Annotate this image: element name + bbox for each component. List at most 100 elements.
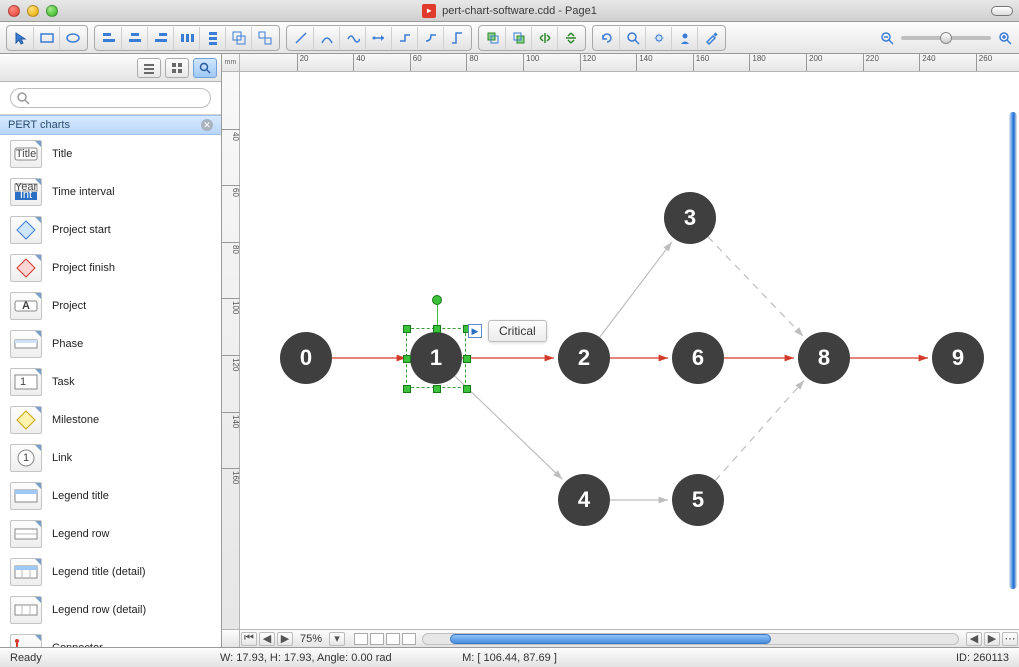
shape-item[interactable]: Phase <box>0 325 221 363</box>
shape-label: Legend row (detail) <box>52 604 146 616</box>
selection-handle[interactable] <box>403 385 411 393</box>
selection-handle[interactable] <box>433 325 441 333</box>
shape-label: Milestone <box>52 414 99 426</box>
connector-elbow-tool[interactable] <box>392 27 418 49</box>
shape-item[interactable]: 1Task <box>0 363 221 401</box>
shape-item[interactable]: TitleTitle <box>0 135 221 173</box>
shape-item[interactable]: Project finish <box>0 249 221 287</box>
curve-tool[interactable] <box>340 27 366 49</box>
page-thumb[interactable] <box>402 633 416 645</box>
selection-handle[interactable] <box>463 385 471 393</box>
shape-icon <box>10 254 42 282</box>
titlebar: ▸ pert-chart-software.cdd - Page1 <box>0 0 1019 22</box>
page-thumbnails <box>354 633 416 645</box>
pert-node[interactable]: 4 <box>558 474 610 526</box>
view-grid-button[interactable] <box>165 58 189 78</box>
page-thumb[interactable] <box>354 633 368 645</box>
selection-handle[interactable] <box>403 355 411 363</box>
zoom-tool[interactable] <box>620 27 646 49</box>
pert-node[interactable]: 2 <box>558 332 610 384</box>
arc-tool[interactable] <box>314 27 340 49</box>
ruler-vertical[interactable]: 406080100120140160 <box>222 72 240 629</box>
distribute-h-tool[interactable] <box>174 27 200 49</box>
flip-h-tool[interactable] <box>532 27 558 49</box>
selection-handle[interactable] <box>433 385 441 393</box>
shape-icon: Title <box>10 140 42 168</box>
shape-item[interactable]: Milestone <box>0 401 221 439</box>
page-prev-button[interactable]: ◀ <box>259 632 275 646</box>
status-mouse: M: [ 106.44, 87.69 ] <box>462 652 557 664</box>
shape-item[interactable]: Connector <box>0 629 221 647</box>
view-search-button[interactable] <box>193 58 217 78</box>
shape-item[interactable]: Legend title (detail) <box>0 553 221 591</box>
status-object-id: ID: 260113 <box>956 652 1009 664</box>
refresh-tool[interactable] <box>594 27 620 49</box>
category-close-icon[interactable]: ✕ <box>201 119 213 131</box>
ungroup-tool[interactable] <box>252 27 278 49</box>
shape-label: Phase <box>52 338 83 350</box>
rect-tool[interactable] <box>34 27 60 49</box>
search-icon <box>16 91 30 105</box>
shape-item[interactable]: Legend title <box>0 477 221 515</box>
pointer-tool[interactable] <box>8 27 34 49</box>
category-header[interactable]: PERT charts ✕ <box>0 115 221 135</box>
shape-item[interactable]: 1Link <box>0 439 221 477</box>
shape-item[interactable]: Project start <box>0 211 221 249</box>
rotate-handle[interactable] <box>432 295 442 305</box>
page-thumb[interactable] <box>370 633 384 645</box>
pert-node[interactable]: 0 <box>280 332 332 384</box>
drawing-canvas[interactable]: 01▶Critical2345689 <box>240 72 1019 629</box>
scroll-right-end-button[interactable]: ▶ <box>984 632 1000 646</box>
shape-label: Legend title (detail) <box>52 566 146 578</box>
ruler-horizontal[interactable]: 20406080100120140160180200220240260 <box>240 54 1019 72</box>
group-tool[interactable] <box>226 27 252 49</box>
canvas-bottom-bar: ⏮ ◀ ▶ 75% ▾ ◀ ▶ ⋯ <box>222 629 1019 647</box>
flip-v-tool[interactable] <box>558 27 584 49</box>
canvas-area: mm 20406080100120140160180200220240260 4… <box>222 54 1019 647</box>
zoom-dropdown-button[interactable]: ▾ <box>329 632 345 646</box>
bring-front-tool[interactable] <box>480 27 506 49</box>
pan-tool[interactable] <box>646 27 672 49</box>
shape-item[interactable]: AProject <box>0 287 221 325</box>
vertical-scrollbar[interactable] <box>1009 112 1017 589</box>
align-left-tool[interactable] <box>96 27 122 49</box>
add-page-button[interactable]: ⋯ <box>1002 632 1018 646</box>
pert-node[interactable]: 8 <box>798 332 850 384</box>
distribute-v-tool[interactable] <box>200 27 226 49</box>
connector-curved-tool[interactable] <box>418 27 444 49</box>
send-back-tool[interactable] <box>506 27 532 49</box>
shape-item[interactable]: Legend row (detail) <box>0 591 221 629</box>
page-thumb[interactable] <box>386 633 400 645</box>
shape-label: Project finish <box>52 262 115 274</box>
page-next-button[interactable]: ▶ <box>277 632 293 646</box>
page-first-button[interactable]: ⏮ <box>241 632 257 646</box>
horizontal-scrollbar[interactable] <box>422 633 959 645</box>
ruler-unit-label: mm <box>222 54 240 72</box>
pert-node[interactable]: 9 <box>932 332 984 384</box>
presentation-tool[interactable] <box>672 27 698 49</box>
shape-search-input[interactable] <box>10 88 211 108</box>
selection-handle[interactable] <box>403 325 411 333</box>
align-center-tool[interactable] <box>122 27 148 49</box>
zoom-slider[interactable] <box>879 30 1013 46</box>
shape-icon: YearInt <box>10 178 42 206</box>
selection-handle[interactable] <box>463 355 471 363</box>
eyedropper-tool[interactable] <box>698 27 724 49</box>
pert-node[interactable]: 3 <box>664 192 716 244</box>
line-tool[interactable] <box>288 27 314 49</box>
ellipse-tool[interactable] <box>60 27 86 49</box>
zoom-in-icon[interactable] <box>997 30 1013 46</box>
smart-tag-icon[interactable]: ▶ <box>468 324 482 338</box>
pert-node[interactable]: 6 <box>672 332 724 384</box>
pert-node[interactable]: 5 <box>672 474 724 526</box>
svg-text:1: 1 <box>23 452 29 464</box>
view-list-button[interactable] <box>137 58 161 78</box>
shape-item[interactable]: Legend row <box>0 515 221 553</box>
align-right-tool[interactable] <box>148 27 174 49</box>
toolbar-toggle-pill[interactable] <box>991 6 1013 16</box>
scroll-left-end-button[interactable]: ◀ <box>966 632 982 646</box>
connector-smart-tool[interactable] <box>444 27 470 49</box>
zoom-out-icon[interactable] <box>879 30 895 46</box>
connector-straight-tool[interactable] <box>366 27 392 49</box>
shape-item[interactable]: YearIntTime interval <box>0 173 221 211</box>
